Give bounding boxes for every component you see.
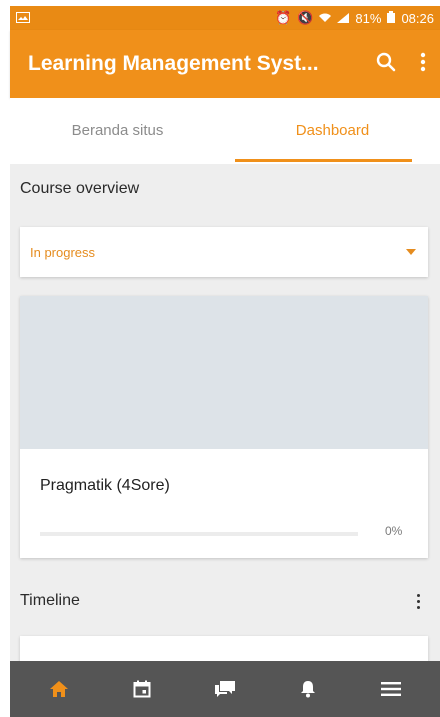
tab-beranda-situs[interactable]: Beranda situs	[10, 98, 225, 164]
course-progress-bar	[40, 532, 358, 536]
battery-icon	[387, 10, 396, 26]
course-filter-dropdown[interactable]: In progress	[20, 227, 428, 277]
battery-percent: 81%	[355, 10, 382, 26]
clock: 08:26	[401, 10, 434, 26]
alarm-icon: ⏰	[275, 10, 292, 25]
timeline-title: Timeline	[20, 592, 80, 609]
course-progress-label: 0%	[385, 524, 403, 538]
mute-icon: 🔇	[297, 10, 314, 25]
bottom-navigation	[10, 661, 440, 717]
messages-icon[interactable]	[203, 667, 247, 711]
signal-icon	[337, 11, 350, 26]
timeline-card	[20, 636, 428, 661]
search-icon[interactable]	[376, 52, 396, 77]
more-vertical-icon[interactable]	[420, 52, 426, 77]
chevron-down-icon	[406, 249, 416, 255]
screenshot-icon	[16, 11, 30, 26]
course-filter-value: In progress	[30, 244, 96, 260]
course-name[interactable]: Pragmatik (4Sore)	[40, 477, 170, 495]
menu-icon[interactable]	[369, 667, 413, 711]
tab-dashboard[interactable]: Dashboard	[225, 98, 440, 164]
timeline-more-icon[interactable]	[408, 590, 428, 612]
notifications-icon[interactable]	[286, 667, 330, 711]
home-icon[interactable]	[37, 667, 81, 711]
calendar-icon[interactable]	[120, 667, 164, 711]
tab-bar: Beranda situs Dashboard	[10, 98, 440, 164]
dashboard-content: Course overview In progress Pragmatik (4…	[10, 164, 440, 661]
course-overview-title: Course overview	[20, 180, 140, 197]
course-image	[20, 296, 428, 449]
app-bar: Learning Management Syst...	[10, 30, 440, 98]
status-bar: ⏰ 🔇 81% 08:26	[10, 6, 440, 30]
course-card[interactable]: Pragmatik (4Sore) 0%	[20, 296, 428, 558]
wifi-icon	[319, 11, 332, 26]
app-title: Learning Management Syst...	[28, 52, 319, 75]
